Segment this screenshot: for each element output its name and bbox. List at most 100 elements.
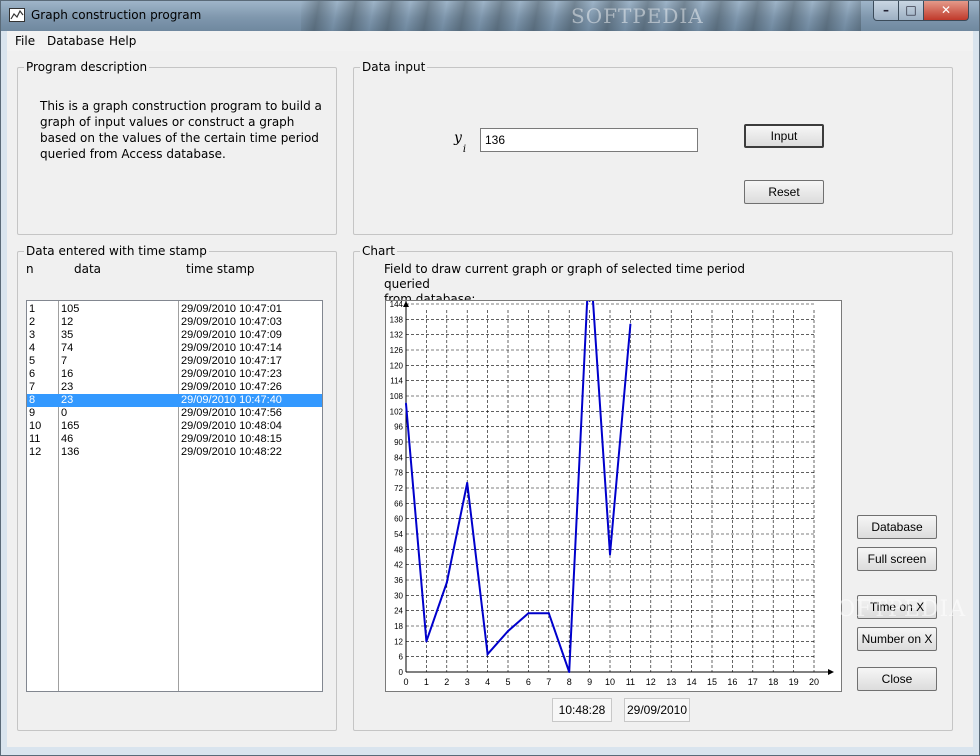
data-point <box>486 653 489 656</box>
current-date: 29/09/2010 <box>624 698 690 722</box>
table-row[interactable]: 7 23 29/09/2010 10:47:26 <box>27 381 322 394</box>
menu-database[interactable]: Database <box>47 34 104 48</box>
x-tick-label: 14 <box>687 677 697 687</box>
x-tick-label: 13 <box>666 677 676 687</box>
data-list-group: Data entered with time stamp n data time… <box>17 244 337 731</box>
y-tick-label: 78 <box>394 469 403 478</box>
table-row[interactable]: 10 165 29/09/2010 10:48:04 <box>27 420 322 433</box>
row-time-stamp: 29/09/2010 10:47:56 <box>181 407 282 419</box>
x-tick-label: 0 <box>403 677 408 687</box>
row-data: 23 <box>61 394 74 406</box>
y-tick-label: 66 <box>394 499 403 508</box>
input-button[interactable]: Input <box>744 124 824 148</box>
table-row[interactable]: 8 23 29/09/2010 10:47:40 <box>27 394 322 407</box>
row-data: 23 <box>61 381 74 393</box>
row-number: 12 <box>29 446 42 458</box>
value-input[interactable] <box>480 128 698 152</box>
y-tick-label: 72 <box>394 484 403 493</box>
title-watermark: SOFTPEDIA <box>571 4 704 28</box>
data-point <box>527 612 530 615</box>
table-row[interactable]: 1 105 29/09/2010 10:47:01 <box>27 303 322 316</box>
table-row[interactable]: 4 74 29/09/2010 10:47:14 <box>27 342 322 355</box>
close-window-button[interactable]: ✕ <box>923 1 969 21</box>
program-description-text: This is a graph construction program to … <box>40 99 322 161</box>
row-number: 11 <box>29 433 41 445</box>
minimize-icon: – <box>883 3 889 17</box>
y-tick-label: 96 <box>394 423 403 432</box>
x-tick-label: 5 <box>505 677 510 687</box>
menu-file[interactable]: File <box>15 34 35 48</box>
title-bar[interactable]: SOFTPEDIA Graph construction program – □… <box>1 1 979 31</box>
app-icon[interactable] <box>9 8 25 22</box>
x-tick-label: 8 <box>567 677 572 687</box>
data-list-title: Data entered with time stamp <box>24 244 209 258</box>
data-point <box>547 612 550 615</box>
y-tick-label: 54 <box>394 530 403 539</box>
row-number: 2 <box>29 316 36 328</box>
table-row[interactable]: 9 0 29/09/2010 10:47:56 <box>27 407 322 420</box>
chart-canvas[interactable]: 0 1 2 3 4 5 6 7 8 9 10 11 12 13 14 15 16 17 18 19 20 0 6 12 18 24… <box>385 300 842 692</box>
table-row[interactable]: 11 46 29/09/2010 10:48:15 <box>27 433 322 446</box>
row-time-stamp: 29/09/2010 10:47:09 <box>181 329 282 341</box>
table-row[interactable]: 2 12 29/09/2010 10:47:03 <box>27 316 322 329</box>
row-data: 12 <box>61 316 74 328</box>
x-tick-label: 4 <box>485 677 490 687</box>
y-tick-label: 120 <box>390 361 404 370</box>
current-time: 10:48:28 <box>552 698 612 722</box>
row-data: 165 <box>61 420 80 432</box>
data-point <box>425 640 428 643</box>
time-on-x-button[interactable]: Time on X <box>857 595 937 619</box>
y-tick-label: 60 <box>394 515 403 524</box>
client-area: Program description This is a graph cons… <box>7 51 973 747</box>
close-icon: ✕ <box>940 3 952 17</box>
row-time-stamp: 29/09/2010 10:47:26 <box>181 381 282 393</box>
data-point <box>568 671 571 673</box>
row-time-stamp: 29/09/2010 10:48:22 <box>181 446 282 458</box>
x-tick-label: 17 <box>748 677 758 687</box>
row-data: 7 <box>61 355 68 367</box>
x-axis-arrow <box>828 669 834 675</box>
number-on-x-button[interactable]: Number on X <box>857 627 937 651</box>
x-tick-label: 2 <box>444 677 449 687</box>
row-data: 74 <box>61 342 74 354</box>
program-description-group: Program description This is a graph cons… <box>17 60 337 235</box>
y-tick-label: 84 <box>394 453 403 462</box>
row-time-stamp: 29/09/2010 10:47:23 <box>181 368 282 380</box>
data-list[interactable]: 1 105 29/09/2010 10:47:01 2 12 29/09/2010 10:… <box>26 300 323 692</box>
row-number: 8 <box>29 394 36 406</box>
close-button[interactable]: Close <box>857 667 937 691</box>
row-number: 4 <box>29 342 36 354</box>
x-tick-label: 3 <box>465 677 470 687</box>
x-tick-label: 10 <box>605 677 615 687</box>
header-n: n <box>26 262 34 276</box>
minimize-button[interactable]: – <box>873 1 899 21</box>
y-tick-label: 36 <box>394 576 403 585</box>
reset-button[interactable]: Reset <box>744 180 824 204</box>
table-row[interactable]: 5 7 29/09/2010 10:47:17 <box>27 355 322 368</box>
x-tick-label: 19 <box>789 677 799 687</box>
row-number: 1 <box>29 303 36 315</box>
full-screen-button[interactable]: Full screen <box>857 547 937 571</box>
y-tick-label: 48 <box>394 545 403 554</box>
maximize-button[interactable]: □ <box>898 1 924 21</box>
row-number: 7 <box>29 381 36 393</box>
table-row[interactable]: 3 35 29/09/2010 10:47:09 <box>27 329 322 342</box>
row-data: 35 <box>61 329 74 341</box>
table-row[interactable]: 12 136 29/09/2010 10:48:22 <box>27 446 322 459</box>
table-row[interactable]: 6 16 29/09/2010 10:47:23 <box>27 368 322 381</box>
y-tick-label: 12 <box>394 637 403 646</box>
row-time-stamp: 29/09/2010 10:47:14 <box>181 342 282 354</box>
row-data: 0 <box>61 407 68 419</box>
row-data: 136 <box>61 446 80 458</box>
y-tick-label: 144 <box>390 301 404 309</box>
app-window: SOFTPEDIA Graph construction program – □… <box>0 0 980 756</box>
menu-help[interactable]: Help <box>109 34 136 48</box>
row-time-stamp: 29/09/2010 10:47:17 <box>181 355 282 367</box>
chart-svg: 0 1 2 3 4 5 6 7 8 9 10 11 12 13 14 15 16 17 18 19 2006121824… <box>390 300 834 687</box>
data-point <box>405 402 407 405</box>
y-tick-label: 90 <box>394 438 403 447</box>
database-button[interactable]: Database <box>857 515 937 539</box>
data-point <box>507 630 509 633</box>
y-tick-label: 138 <box>390 315 404 324</box>
x-tick-label: 18 <box>768 677 778 687</box>
